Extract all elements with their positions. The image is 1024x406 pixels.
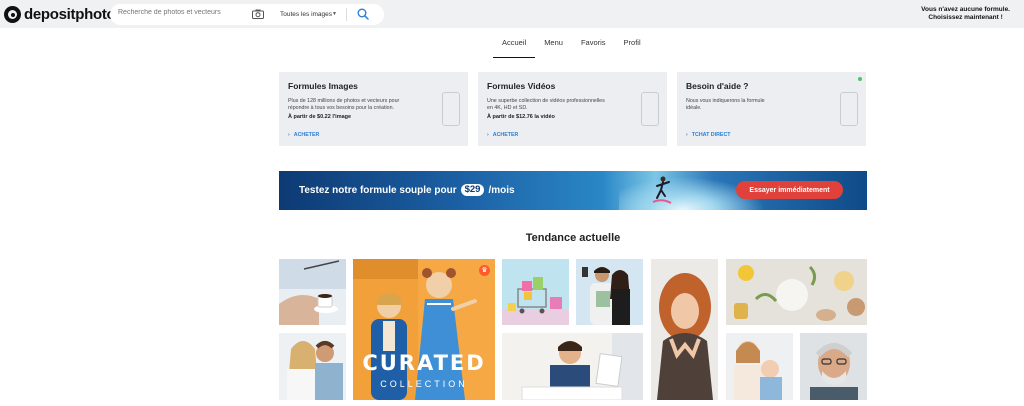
buy-link[interactable]: › ACHETER	[487, 132, 518, 138]
chevron-right-icon: ›	[288, 132, 290, 138]
trending-image-shopping-cart[interactable]	[502, 259, 569, 325]
trending-image-coffee[interactable]	[279, 259, 346, 325]
card-help: Besoin d'aide ? Nous vous indiquerons la…	[677, 72, 866, 146]
divider	[346, 8, 347, 21]
card-title: Formules Vidéos	[487, 81, 556, 91]
card-video-plans: Formules Vidéos Une superbe collection d…	[478, 72, 667, 146]
main-tabs: Accueil Menu Favoris Profil	[493, 36, 650, 58]
trending-image-couple-selfie[interactable]	[576, 259, 643, 325]
trending-image-redhead-woman[interactable]	[651, 259, 718, 400]
camera-icon[interactable]	[252, 9, 264, 19]
search-icon[interactable]	[357, 8, 369, 20]
headset-icon	[840, 92, 858, 126]
promo-banner[interactable]: Testez notre formule souple pour $29 /mo…	[279, 171, 867, 210]
trending-image-spa-flatlay[interactable]	[726, 259, 867, 325]
image-icon	[442, 92, 460, 126]
search-bar: Toutes les images ▼	[110, 4, 384, 25]
trending-curated-collection[interactable]: CURATED COLLECTION ♛	[353, 259, 495, 400]
online-status-dot	[858, 77, 862, 81]
price-badge: $29	[460, 184, 485, 196]
logo-icon	[4, 5, 21, 23]
card-price: À partir de $0.22 l'image	[288, 114, 352, 120]
tab-profil[interactable]: Profil	[615, 36, 650, 58]
curated-title: CURATED	[362, 351, 486, 375]
trending-image-senior-man[interactable]	[800, 333, 867, 400]
chevron-right-icon: ›	[487, 132, 489, 138]
tab-menu[interactable]: Menu	[535, 36, 572, 58]
card-description: Nous vous indiquerons la formule idéale.	[686, 98, 765, 111]
card-description: Plus de 128 millions de photos et vecteu…	[288, 98, 400, 111]
card-image-plans: Formules Images Plus de 128 millions de …	[279, 72, 468, 146]
trending-image-mother-baby[interactable]	[726, 333, 793, 400]
search-input[interactable]	[118, 9, 248, 16]
live-chat-link[interactable]: › TCHAT DIRECT	[686, 132, 731, 138]
card-description: Une superbe collection de vidéos profess…	[487, 98, 605, 111]
curated-subtitle: COLLECTION	[380, 379, 468, 389]
trending-image-couple-hug[interactable]	[279, 333, 346, 400]
search-type-select[interactable]: Toutes les images	[280, 11, 332, 18]
card-title: Besoin d'aide ?	[686, 81, 749, 91]
try-now-button[interactable]: Essayer immédiatement	[736, 181, 843, 199]
account-message[interactable]: Vous n'avez aucune formule. Choisissez m…	[921, 6, 1010, 22]
tab-favoris[interactable]: Favoris	[572, 36, 615, 58]
banner-headline: Testez notre formule souple pour $29 /mo…	[299, 184, 515, 196]
tab-accueil[interactable]: Accueil	[493, 36, 536, 58]
crown-icon: ♛	[479, 265, 490, 276]
video-icon	[641, 92, 659, 126]
surfer-image	[652, 176, 672, 204]
trending-image-boy-studying[interactable]	[502, 333, 643, 400]
card-title: Formules Images	[288, 81, 358, 91]
chevron-right-icon: ›	[686, 132, 688, 138]
account-line-1: Vous n'avez aucune formule.	[921, 6, 1010, 13]
chevron-down-icon[interactable]: ▼	[332, 11, 337, 17]
card-price: À partir de $12.76 la vidéo	[487, 114, 555, 120]
trending-title: Tendance actuelle	[525, 232, 621, 244]
buy-link[interactable]: › ACHETER	[288, 132, 319, 138]
top-bar: depositphotos® Toutes les images ▼ Vous …	[0, 0, 1024, 28]
account-line-2: Choisissez maintenant !	[928, 14, 1003, 21]
